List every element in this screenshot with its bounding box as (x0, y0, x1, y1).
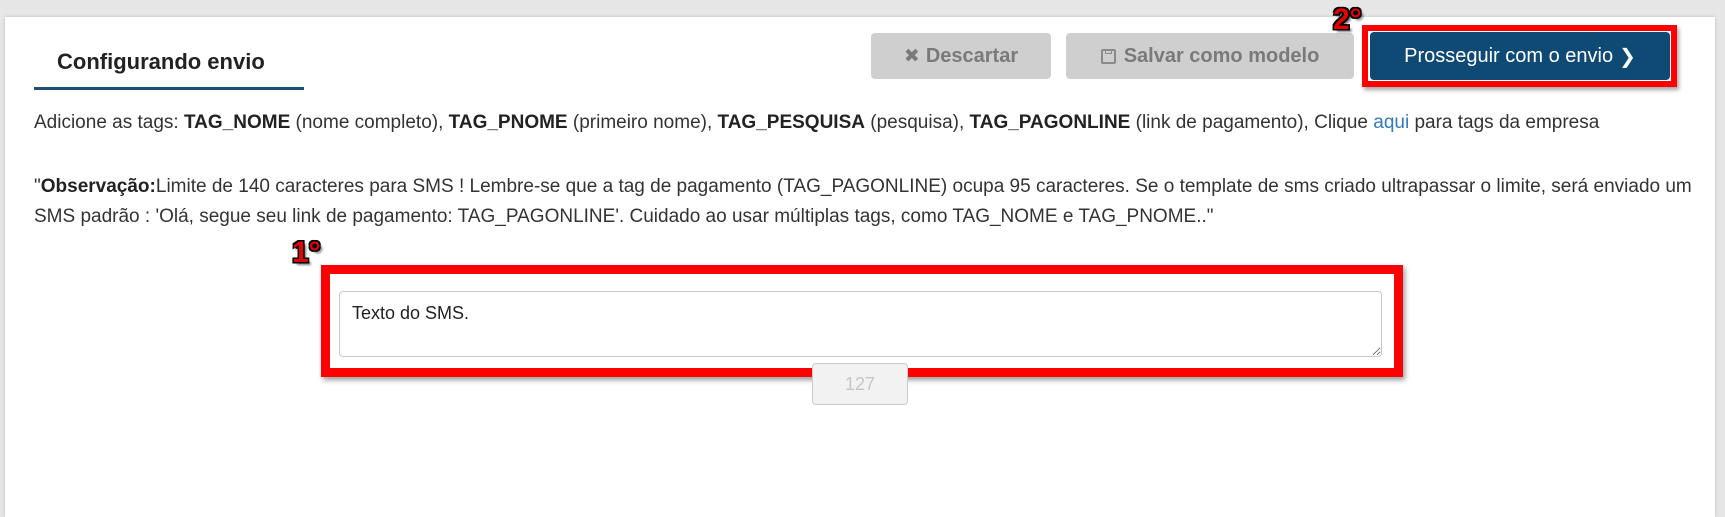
discard-button[interactable]: ✖ Descartar (871, 33, 1051, 79)
tag-pagonline: TAG_PAGONLINE (969, 112, 1131, 133)
character-counter: 127 (812, 363, 908, 405)
discard-label: Descartar (925, 44, 1019, 67)
times-icon: ✖ (903, 45, 920, 67)
tab-configurando-envio[interactable]: Configurando envio (34, 30, 304, 90)
company-tags-link[interactable]: aqui (1373, 112, 1409, 133)
tags-prefix: Adicione as tags: (34, 112, 184, 133)
tag-nome: TAG_NOME (183, 112, 291, 133)
tag-pnome: TAG_PNOME (448, 112, 568, 133)
floppy-icon (1100, 48, 1116, 64)
save-template-button[interactable]: Salvar como modelo (1066, 33, 1354, 79)
step-1-label: 1° (292, 236, 321, 269)
sms-limit-note: "Observação:Limite de 140 caracteres par… (34, 172, 1694, 232)
page-title: Configurando envio (57, 49, 265, 74)
note-label: Observação: (40, 176, 156, 197)
tags-instructions: Adicione as tags: TAG_NOME (nome complet… (34, 112, 1599, 134)
tag-pagonline-desc: (link de pagamento), Clique (1130, 112, 1374, 133)
tag-pesquisa: TAG_PESQUISA (717, 112, 865, 133)
note-quote: " (34, 176, 41, 197)
tag-pesquisa-desc: (pesquisa), (864, 112, 970, 133)
tag-pnome-desc: (primeiro nome), (567, 112, 718, 133)
tags-suffix: para tags da empresa (1409, 112, 1600, 133)
note-text: Limite de 140 caracteres para SMS ! Lemb… (34, 176, 1692, 227)
tag-nome-desc: (nome completo), (290, 112, 449, 133)
step-2-label: 2° (1333, 3, 1362, 36)
highlight-box-proceed (1362, 25, 1677, 87)
save-template-label: Salvar como modelo (1123, 44, 1320, 67)
sms-text-input[interactable]: Texto do SMS. (339, 291, 1382, 357)
